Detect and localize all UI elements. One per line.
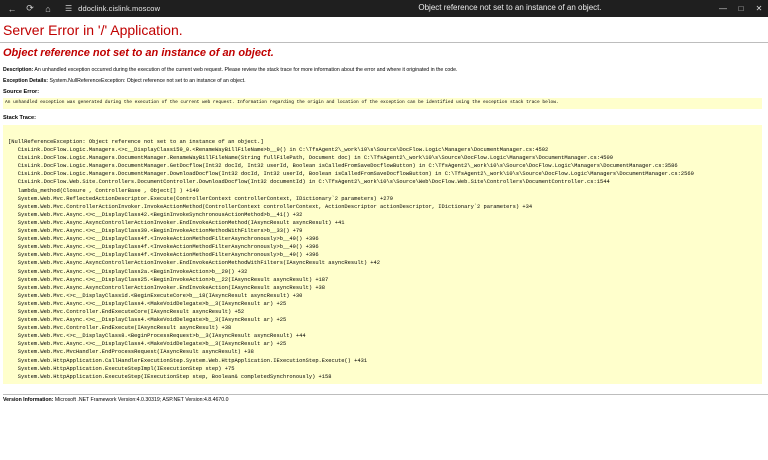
stack-trace-line: System.Web.Mvc.<>c__DisplayClass1d.<Begi… <box>8 292 303 299</box>
stack-trace-line: System.Web.Mvc.Async.<>c__DisplayClass4.… <box>8 317 287 324</box>
stack-trace-line: System.Web.Mvc.Controller.EndExecute(IAs… <box>8 325 232 332</box>
exception-text: System.NullReferenceException: Object re… <box>49 78 246 84</box>
stack-trace-line: System.Web.Mvc.Async.<>c__DisplayClass39… <box>8 228 303 235</box>
stack-trace-line: System.Web.Mvc.Async.<>c__DisplayClass42… <box>8 211 303 218</box>
back-icon[interactable]: ← <box>5 2 19 16</box>
tab-title: Object reference not set to an instance … <box>418 3 602 12</box>
minimize-icon[interactable]: — <box>716 2 730 15</box>
stack-trace-line: CisLink.DocFlow.Logic.Managers.DocumentM… <box>8 155 613 162</box>
stack-trace-line: System.Web.Mvc.Async.AsyncControllerActi… <box>8 219 345 226</box>
version-info-line: Version Information: Microsoft .NET Fram… <box>3 397 229 404</box>
stack-trace-line: System.Web.HttpApplication.CallHandlerEx… <box>8 357 368 364</box>
stack-trace-line: System.Web.Mvc.ReflectedActionDescriptor… <box>8 195 393 202</box>
exception-details-line: Exception Details: System.NullReferenceE… <box>3 78 246 85</box>
close-icon[interactable]: ✕ <box>752 2 766 15</box>
stack-trace-line: CisLink.DocFlow.Logic.Managers.<>c__Disp… <box>8 147 549 154</box>
stack-trace-line: System.Web.Mvc.Async.<>c__DisplayClass4f… <box>8 244 319 251</box>
divider <box>3 394 768 395</box>
stack-trace-line: System.Web.Mvc.MvcHandler.EndProcessRequ… <box>8 349 254 356</box>
home-icon[interactable]: ⌂ <box>41 2 55 16</box>
divider <box>0 42 768 43</box>
description-label: Description: <box>3 67 34 73</box>
page-title: Server Error in '/' Application. <box>3 22 183 38</box>
stack-trace-label: Stack Trace: <box>3 115 36 121</box>
stack-trace-line: System.Web.HttpApplication.ExecuteStepIm… <box>8 365 235 372</box>
stack-trace-line: [NullReferenceException: Object referenc… <box>8 139 264 145</box>
stack-trace-line: System.Web.Mvc.Async.<>c__DisplayClass25… <box>8 276 329 283</box>
stack-trace-line: System.Web.Mvc.Async.<>c__DisplayClass2a… <box>8 268 248 275</box>
source-error-box: An unhandled exception was generated dur… <box>3 98 762 109</box>
reload-icon[interactable]: ⟳ <box>23 2 37 16</box>
maximize-icon[interactable]: □ <box>734 2 748 15</box>
stack-trace-line: CisLink.DocFlow.Web.Site.Controllers.Doc… <box>8 179 610 186</box>
stack-trace-line: CisLink.DocFlow.Logic.Managers.DocumentM… <box>8 171 694 178</box>
stack-trace-line: CisLink.DocFlow.Logic.Managers.DocumentM… <box>8 163 678 170</box>
version-text: Microsoft .NET Framework Version:4.0.303… <box>54 397 229 403</box>
stack-trace-line: System.Web.HttpApplication.ExecuteStep(I… <box>8 373 332 380</box>
stack-trace-box: [NullReferenceException: Object referenc… <box>3 125 762 384</box>
stack-trace-line: System.Web.Mvc.Async.AsyncControllerActi… <box>8 284 326 291</box>
source-error-text: An unhandled exception was generated dur… <box>5 100 559 105</box>
source-error-label: Source Error: <box>3 89 40 95</box>
stack-trace-line: System.Web.Mvc.Async.<>c__DisplayClass4.… <box>8 341 287 348</box>
stack-trace-line: System.Web.Mvc.Async.<>c__DisplayClass4f… <box>8 252 319 259</box>
description-text: An unhandled exception occurred during t… <box>34 67 458 73</box>
stack-trace-line: System.Web.Mvc.Async.AsyncControllerActi… <box>8 260 381 267</box>
address-bar[interactable]: ddoclink.cislink.moscow <box>78 4 160 13</box>
stack-trace: [NullReferenceException: Object referenc… <box>8 138 694 381</box>
version-label: Version Information: <box>3 397 54 403</box>
browser-toolbar: ← ⟳ ⌂ ☰ ddoclink.cislink.moscow Object r… <box>0 0 768 17</box>
site-info-icon[interactable]: ☰ <box>65 4 72 13</box>
stack-trace-line: System.Web.Mvc.Async.<>c__DisplayClass4.… <box>8 300 287 307</box>
description-line: Description: An unhandled exception occu… <box>3 67 457 74</box>
stack-trace-line: lambda_method(Closure , ControllerBase ,… <box>8 187 199 194</box>
exception-label: Exception Details: <box>3 78 48 84</box>
stack-trace-line: System.Web.Mvc.<>c__DisplayClass8.<Begin… <box>8 333 306 340</box>
stack-trace-line: System.Web.Mvc.ControllerActionInvoker.I… <box>8 203 533 210</box>
stack-trace-line: System.Web.Mvc.Controller.EndExecuteCore… <box>8 308 245 315</box>
error-message: Object reference not set to an instance … <box>3 47 274 59</box>
stack-trace-line: System.Web.Mvc.Async.<>c__DisplayClass4f… <box>8 236 319 243</box>
